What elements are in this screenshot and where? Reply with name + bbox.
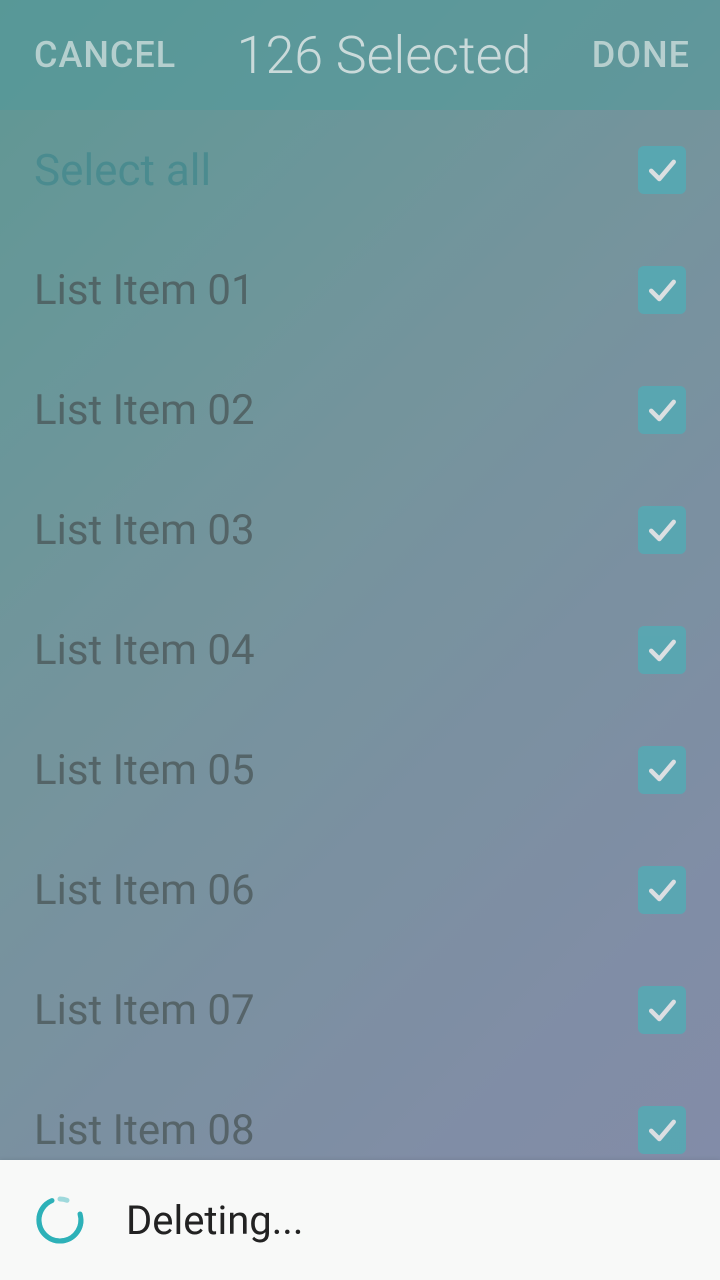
- select-all-checkbox[interactable]: [638, 146, 686, 194]
- list-item-label: List Item 06: [34, 866, 255, 915]
- done-button[interactable]: DONE: [592, 34, 690, 76]
- list-item-checkbox[interactable]: [638, 866, 686, 914]
- list-item[interactable]: List Item 06: [0, 830, 720, 950]
- progress-message: Deleting...: [126, 1197, 303, 1244]
- list-item[interactable]: List Item 07: [0, 950, 720, 1070]
- list-item-checkbox[interactable]: [638, 986, 686, 1034]
- item-list: Select all List Item 01 List Item 02 Lis…: [0, 110, 720, 1190]
- list-item-checkbox[interactable]: [638, 626, 686, 674]
- checkmark-icon: [644, 872, 680, 908]
- list-item-checkbox[interactable]: [638, 386, 686, 434]
- select-all-label: Select all: [34, 144, 211, 196]
- list-item-label: List Item 05: [34, 746, 255, 795]
- spinner-icon: [34, 1194, 86, 1246]
- page-title: 126 Selected: [237, 25, 532, 86]
- header-bar: CANCEL 126 Selected DONE: [0, 0, 720, 110]
- cancel-button[interactable]: CANCEL: [34, 34, 176, 76]
- list-item-checkbox[interactable]: [638, 746, 686, 794]
- progress-modal: Deleting...: [0, 1160, 720, 1280]
- checkmark-icon: [644, 272, 680, 308]
- screen: CANCEL 126 Selected DONE Select all List…: [0, 0, 720, 1280]
- list-item[interactable]: List Item 02: [0, 350, 720, 470]
- list-item-checkbox[interactable]: [638, 1106, 686, 1154]
- list-item[interactable]: List Item 04: [0, 590, 720, 710]
- list-item-label: List Item 01: [34, 266, 255, 315]
- select-all-row[interactable]: Select all: [0, 110, 720, 230]
- checkmark-icon: [644, 1112, 680, 1148]
- checkmark-icon: [644, 992, 680, 1028]
- checkmark-icon: [644, 632, 680, 668]
- list-item[interactable]: List Item 05: [0, 710, 720, 830]
- checkmark-icon: [644, 152, 680, 188]
- checkmark-icon: [644, 752, 680, 788]
- list-item[interactable]: List Item 03: [0, 470, 720, 590]
- list-item-label: List Item 08: [34, 1106, 255, 1155]
- list-item-label: List Item 07: [34, 986, 255, 1035]
- list-item-label: List Item 04: [34, 626, 255, 675]
- list-item-label: List Item 03: [34, 506, 255, 555]
- checkmark-icon: [644, 512, 680, 548]
- list-item[interactable]: List Item 01: [0, 230, 720, 350]
- list-item-checkbox[interactable]: [638, 266, 686, 314]
- checkmark-icon: [644, 392, 680, 428]
- list-item-label: List Item 02: [34, 386, 255, 435]
- list-item-checkbox[interactable]: [638, 506, 686, 554]
